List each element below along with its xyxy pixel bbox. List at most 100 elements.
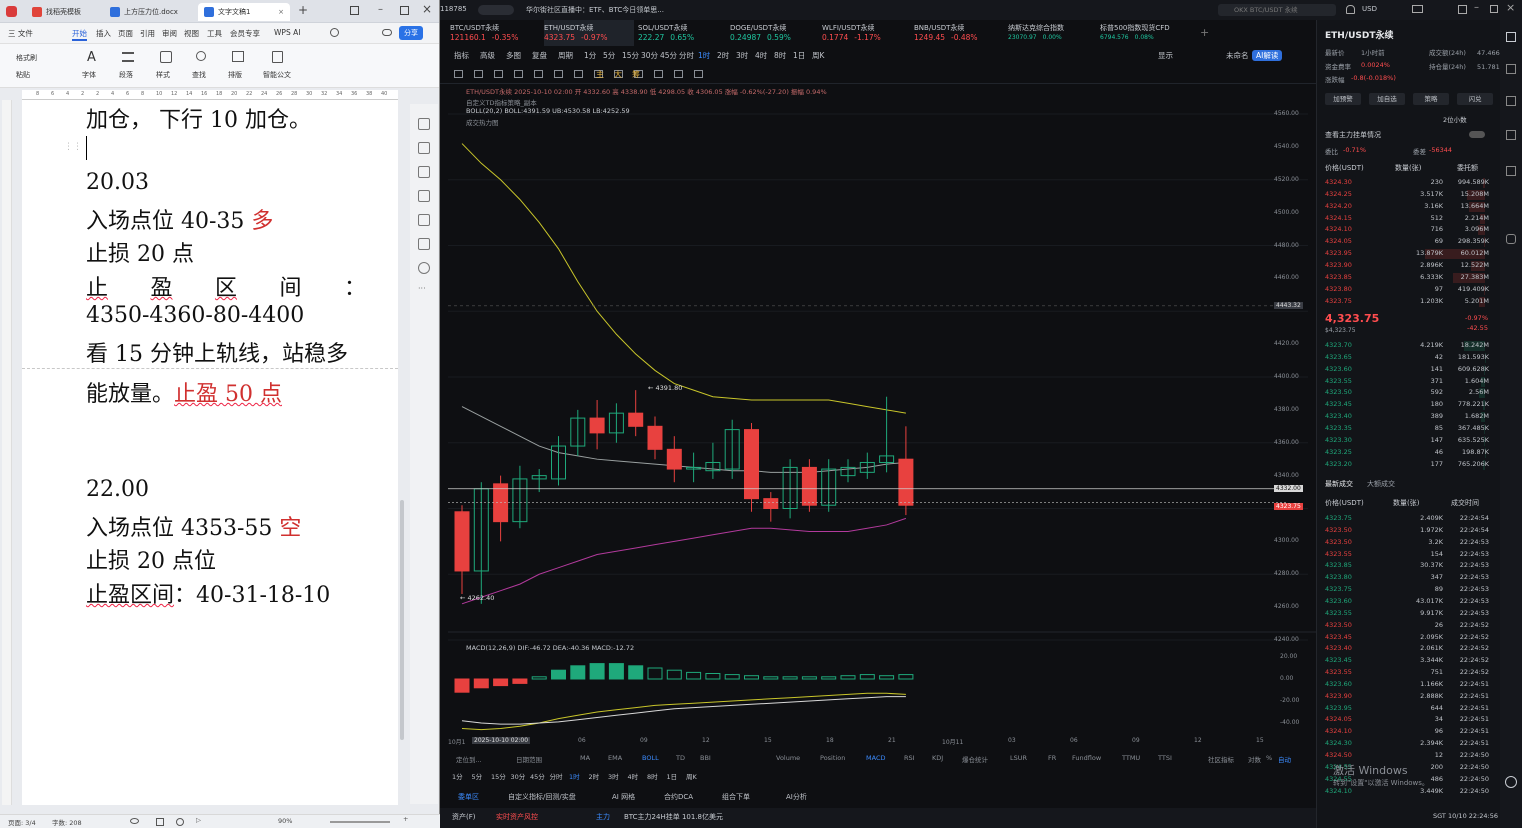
zoom-slider[interactable] xyxy=(330,821,390,823)
doc-scrollbar[interactable] xyxy=(400,500,404,740)
play-icon[interactable]: ▷ xyxy=(196,816,201,824)
indicator-tab[interactable]: 日期范围 xyxy=(516,754,542,764)
period-tab[interactable]: 2时 xyxy=(589,771,600,781)
book-action-button[interactable]: 加自选 xyxy=(1369,93,1405,105)
hline-icon[interactable] xyxy=(474,70,483,78)
menu-insert[interactable]: 插入 xyxy=(96,28,111,39)
menu-home[interactable]: 开始 xyxy=(72,28,87,41)
close-icon[interactable]: × xyxy=(278,3,284,21)
book-row[interactable]: 4324.30 230 994.589K xyxy=(1325,177,1489,189)
indicator-boll[interactable]: BOLL(20,2) BOLL:4391.59 UB:4530.58 LB:42… xyxy=(466,107,630,115)
period-tab[interactable]: 1日 xyxy=(667,771,678,781)
delete-icon[interactable] xyxy=(654,70,663,78)
depth-link[interactable]: 查看主力挂单情况 xyxy=(1325,130,1381,140)
minimize-icon[interactable]: – xyxy=(378,4,383,15)
indicator-tab[interactable]: EMA xyxy=(608,754,622,762)
indicator-tab[interactable]: 对数 xyxy=(1248,754,1261,764)
display-menu[interactable]: 显示 xyxy=(1158,50,1173,61)
pen-icon[interactable] xyxy=(534,70,543,78)
period-10[interactable]: 分时 xyxy=(679,50,694,61)
overlay-0[interactable]: 主 xyxy=(596,69,604,80)
share-button[interactable]: 分享 xyxy=(399,26,423,40)
currency-select[interactable]: USD xyxy=(1362,5,1377,13)
smart-doc-button[interactable]: 智能公文 xyxy=(263,70,291,80)
bottom-menu-tab[interactable]: 组合下单 xyxy=(722,792,750,802)
add-symbol-icon[interactable]: + xyxy=(1200,26,1209,39)
help-icon[interactable] xyxy=(418,262,430,274)
news-ticker[interactable]: 华尔街社区直播中：ETF、BTC今日领单思... xyxy=(526,5,664,15)
maximize-icon[interactable] xyxy=(400,6,409,15)
period-tab[interactable]: 5分 xyxy=(472,771,483,781)
find-button[interactable]: 查找 xyxy=(192,70,206,80)
period-17[interactable]: 周K xyxy=(812,50,824,61)
book-row[interactable]: 4323.45 180 778.221K xyxy=(1325,399,1489,411)
period-tab[interactable]: 4时 xyxy=(628,771,639,781)
layout-view-icon[interactable] xyxy=(156,818,164,826)
period-14[interactable]: 4时 xyxy=(755,50,767,61)
style-button[interactable]: 样式 xyxy=(156,70,170,80)
system-tray-clock[interactable]: SGT 10/10 22:24:56 xyxy=(1433,812,1498,820)
orderbook-icon[interactable] xyxy=(1506,32,1516,42)
period-tab[interactable]: 8时 xyxy=(647,771,658,781)
draw-line-icon[interactable] xyxy=(454,70,463,78)
font-button[interactable]: 字体 xyxy=(82,70,96,80)
period-tab[interactable]: 3时 xyxy=(608,771,619,781)
book-row[interactable]: 4323.25 46 198.87K xyxy=(1325,447,1489,459)
period-tab[interactable]: 45分 xyxy=(530,771,545,781)
book-action-button[interactable]: 策略 xyxy=(1413,93,1449,105)
period-tab[interactable]: 1时 xyxy=(569,771,580,781)
book-row[interactable]: 4323.80 97 419.409K xyxy=(1325,284,1489,296)
book-row[interactable]: 4323.90 2.896K 12.522M xyxy=(1325,260,1489,272)
format-painter-button[interactable]: 格式刷 xyxy=(16,53,37,63)
book-row[interactable]: 4323.20 177 765.206K xyxy=(1325,459,1489,471)
market-search[interactable]: OKX BTC/USDT 永续 xyxy=(1218,4,1336,16)
toggle-switch[interactable] xyxy=(1469,131,1485,138)
web-view-icon[interactable] xyxy=(176,818,184,826)
indicator-tab[interactable]: MACD xyxy=(866,754,885,762)
indicator-tab[interactable]: BOLL xyxy=(642,754,659,762)
symbol-tab[interactable]: ETH/USDT永续 4323.75 -0.97% xyxy=(544,20,634,46)
robot-icon[interactable] xyxy=(1506,234,1516,244)
ai-interpret-button[interactable]: AI解读 xyxy=(1252,50,1283,61)
book-row[interactable]: 4323.55 371 1.604M xyxy=(1325,376,1489,388)
restore-window-icon[interactable] xyxy=(350,6,359,15)
book-row[interactable]: 4323.30 147 635.525K xyxy=(1325,435,1489,447)
book-row[interactable]: 4323.95 13.879K 60.012M xyxy=(1325,248,1489,260)
period-9[interactable]: 45分 xyxy=(660,50,677,61)
book-row[interactable]: 4323.40 389 1.682M xyxy=(1325,411,1489,423)
main-force-badge[interactable]: 主力 xyxy=(596,812,610,822)
search-icon[interactable] xyxy=(330,28,339,37)
redo-icon[interactable] xyxy=(694,70,703,78)
book-row[interactable]: 4324.25 3.517K 15.208M xyxy=(1325,189,1489,201)
cloud-icon[interactable] xyxy=(382,29,392,36)
indicator-tab[interactable]: % xyxy=(1266,754,1272,762)
indicator-tab[interactable]: Fundflow xyxy=(1072,754,1101,762)
pen-icon[interactable] xyxy=(418,118,430,130)
word-count[interactable]: 字数: 208 xyxy=(52,817,82,827)
minimize-icon[interactable]: – xyxy=(1474,2,1479,13)
period-3[interactable]: 复盘 xyxy=(532,50,547,61)
indicator-tab[interactable]: Position xyxy=(820,754,845,762)
calendar-icon[interactable] xyxy=(1506,166,1516,176)
period-2[interactable]: 多图 xyxy=(506,50,521,61)
book-row[interactable]: 4324.20 3.16K 13.664M xyxy=(1325,201,1489,213)
horizontal-ruler[interactable]: 8 6 4 2 2 4 6 8 10 12 14 16 18 20 22 24 26 28 30 32 34 36 38 40 xyxy=(22,90,398,100)
book-row[interactable]: 4323.60 141 609.628K xyxy=(1325,364,1489,376)
undo-icon[interactable] xyxy=(674,70,683,78)
chart-icon[interactable] xyxy=(1506,64,1516,74)
indicator-tab[interactable]: TTMU xyxy=(1122,754,1140,762)
bottom-menu-tab[interactable]: 委单区 xyxy=(458,792,479,802)
symbol-tab[interactable]: 纳斯达克综合指数 23070.97 0.00% xyxy=(1008,20,1098,46)
bottom-menu-tab[interactable]: 自定义指标/回测/实盘 xyxy=(508,792,576,802)
layout-icon[interactable] xyxy=(1458,5,1467,14)
indicator-tab[interactable]: 爆仓统计 xyxy=(962,754,988,764)
period-tab[interactable]: 分时 xyxy=(550,771,563,781)
menu-tools[interactable]: 工具 xyxy=(207,28,222,39)
book-row[interactable]: 4324.10 716 3.096M xyxy=(1325,224,1489,236)
zoom-level[interactable]: 90% xyxy=(278,817,292,825)
mail-icon[interactable] xyxy=(1412,5,1423,13)
rect-icon[interactable] xyxy=(514,70,523,78)
indicator-tab[interactable]: Volume xyxy=(776,754,800,762)
menu-view[interactable]: 视图 xyxy=(184,28,199,39)
document-page[interactable]: 加仓， 下行 10 加仓。 ⋮⋮ 20.03 入场点位 40-35 多 止损 2… xyxy=(22,100,398,805)
